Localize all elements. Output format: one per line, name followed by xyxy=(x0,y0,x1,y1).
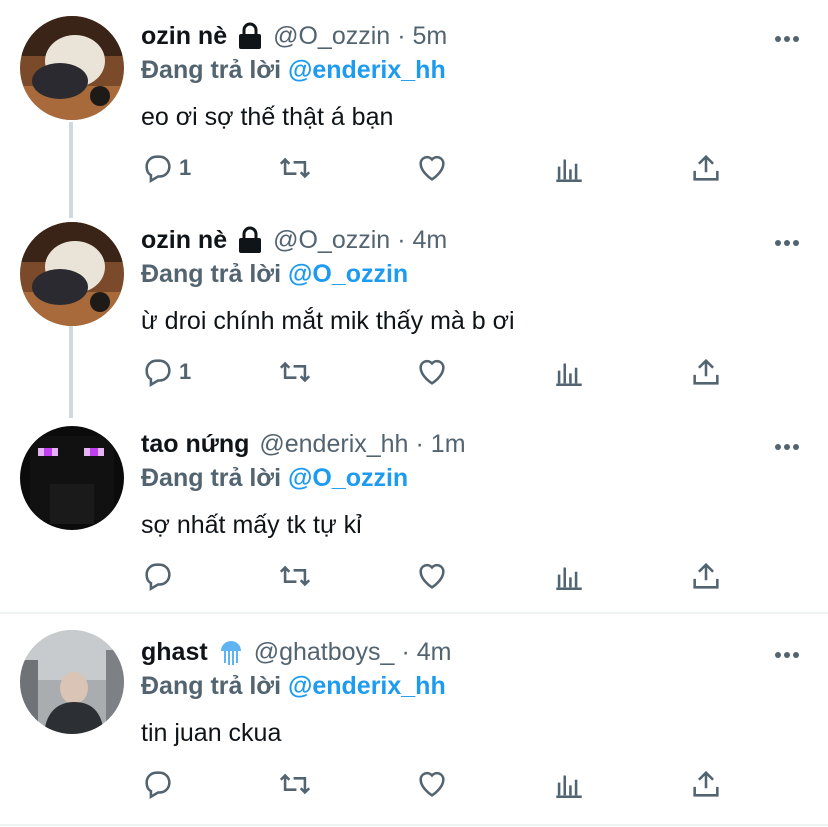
user-handle[interactable]: @O_ozzin xyxy=(273,226,390,255)
action-bar xyxy=(141,556,741,596)
replying-to: Đang trả lời @enderix_hh xyxy=(141,672,446,701)
retweet-icon xyxy=(279,565,311,587)
share-button[interactable] xyxy=(689,764,723,804)
tweet-text: sợ nhất mấy tk tự kỉ xyxy=(141,511,362,539)
thread-line xyxy=(69,122,73,218)
share-icon xyxy=(693,562,719,589)
heart-icon xyxy=(419,771,445,797)
share-button[interactable] xyxy=(689,352,723,392)
avatar[interactable] xyxy=(20,16,124,120)
timestamp[interactable]: 4m xyxy=(417,638,452,667)
display-name[interactable]: ozin nè xyxy=(141,22,227,51)
reply-count: 1 xyxy=(179,359,192,384)
reply-icon xyxy=(145,563,171,592)
avatar[interactable] xyxy=(20,630,124,734)
more-options-icon[interactable] xyxy=(774,438,800,450)
lock-icon xyxy=(237,226,263,254)
tweet-text: ừ droi chính mắt mik thấy mà b ơi xyxy=(141,307,515,335)
heart-icon xyxy=(419,359,445,385)
tweet[interactable]: ozin nè @O_ozzin · 5m Đang trả lời @ende… xyxy=(0,8,828,218)
lock-icon xyxy=(237,22,263,50)
retweet-icon xyxy=(279,157,311,179)
jellyfish-icon xyxy=(218,637,244,667)
reply-button[interactable]: 1 xyxy=(141,148,191,188)
like-button[interactable] xyxy=(415,764,449,804)
retweet-button[interactable] xyxy=(278,352,312,392)
tweet[interactable]: ghast @ghatboys_ · 4m Đang trả lời @ende… xyxy=(0,624,828,824)
reply-button[interactable] xyxy=(141,556,175,596)
tweet-text: tin juan ckua xyxy=(141,719,282,747)
reply-icon xyxy=(145,359,171,388)
retweet-button[interactable] xyxy=(278,556,312,596)
mention-link[interactable]: @enderix_hh xyxy=(288,56,446,84)
user-handle[interactable]: @enderix_hh xyxy=(259,430,408,459)
display-name[interactable]: ozin nè xyxy=(141,226,227,255)
like-button[interactable] xyxy=(415,556,449,596)
reply-button[interactable] xyxy=(141,764,175,804)
timestamp[interactable]: 1m xyxy=(431,430,466,459)
divider xyxy=(0,824,828,826)
replying-to-label: Đang trả lời xyxy=(141,672,282,700)
like-button[interactable] xyxy=(415,148,449,188)
action-bar: 1 xyxy=(141,148,741,188)
tweet[interactable]: tao nứng @enderix_hh · 1m Đang trả lời @… xyxy=(0,416,828,612)
replying-to-label: Đang trả lời xyxy=(141,464,282,492)
user-handle[interactable]: @O_ozzin xyxy=(273,22,390,51)
reply-button[interactable]: 1 xyxy=(141,352,191,392)
share-button[interactable] xyxy=(689,148,723,188)
avatar[interactable] xyxy=(20,426,124,530)
reply-count: 1 xyxy=(179,155,192,180)
divider xyxy=(0,612,828,614)
analytics-button[interactable] xyxy=(552,148,586,188)
separator: · xyxy=(397,21,406,50)
replying-to-label: Đang trả lời xyxy=(141,56,282,84)
mention-link[interactable]: @O_ozzin xyxy=(288,260,408,288)
display-name[interactable]: tao nứng xyxy=(141,430,249,459)
more-options-icon[interactable] xyxy=(774,646,800,658)
avatar[interactable] xyxy=(20,222,124,326)
tweet[interactable]: ozin nè @O_ozzin · 4m Đang trả lời @O_oz… xyxy=(0,212,828,418)
separator: · xyxy=(415,429,424,458)
retweet-button[interactable] xyxy=(278,764,312,804)
action-bar: 1 xyxy=(141,352,741,392)
analytics-icon xyxy=(556,775,582,799)
replying-to: Đang trả lời @O_ozzin xyxy=(141,464,408,493)
analytics-button[interactable] xyxy=(552,556,586,596)
retweet-button[interactable] xyxy=(278,148,312,188)
analytics-button[interactable] xyxy=(552,352,586,392)
reply-icon xyxy=(145,771,171,800)
mention-link[interactable]: @enderix_hh xyxy=(288,672,446,700)
share-icon xyxy=(693,358,719,385)
timestamp[interactable]: 5m xyxy=(413,22,448,51)
mention-link[interactable]: @O_ozzin xyxy=(288,464,408,492)
user-handle[interactable]: @ghatboys_ xyxy=(254,638,395,667)
analytics-icon xyxy=(556,159,582,183)
tweet-text: eo ơi sợ thế thật á bạn xyxy=(141,103,394,131)
thread-line xyxy=(69,326,73,418)
like-button[interactable] xyxy=(415,352,449,392)
share-icon xyxy=(693,154,719,181)
more-options-icon[interactable] xyxy=(774,234,800,246)
separator: · xyxy=(401,637,410,666)
reply-icon xyxy=(145,155,171,184)
analytics-button[interactable] xyxy=(552,764,586,804)
retweet-icon xyxy=(279,773,311,795)
analytics-icon xyxy=(556,363,582,387)
retweet-icon xyxy=(279,361,311,383)
heart-icon xyxy=(419,563,445,589)
replying-to-label: Đang trả lời xyxy=(141,260,282,288)
replying-to: Đang trả lời @O_ozzin xyxy=(141,260,408,289)
heart-icon xyxy=(419,155,445,181)
timestamp[interactable]: 4m xyxy=(413,226,448,255)
action-bar xyxy=(141,764,741,804)
analytics-icon xyxy=(556,567,582,591)
share-icon xyxy=(693,770,719,797)
replying-to: Đang trả lời @enderix_hh xyxy=(141,56,446,85)
display-name[interactable]: ghast xyxy=(141,638,208,667)
separator: · xyxy=(397,225,406,254)
share-button[interactable] xyxy=(689,556,723,596)
more-options-icon[interactable] xyxy=(774,30,800,42)
